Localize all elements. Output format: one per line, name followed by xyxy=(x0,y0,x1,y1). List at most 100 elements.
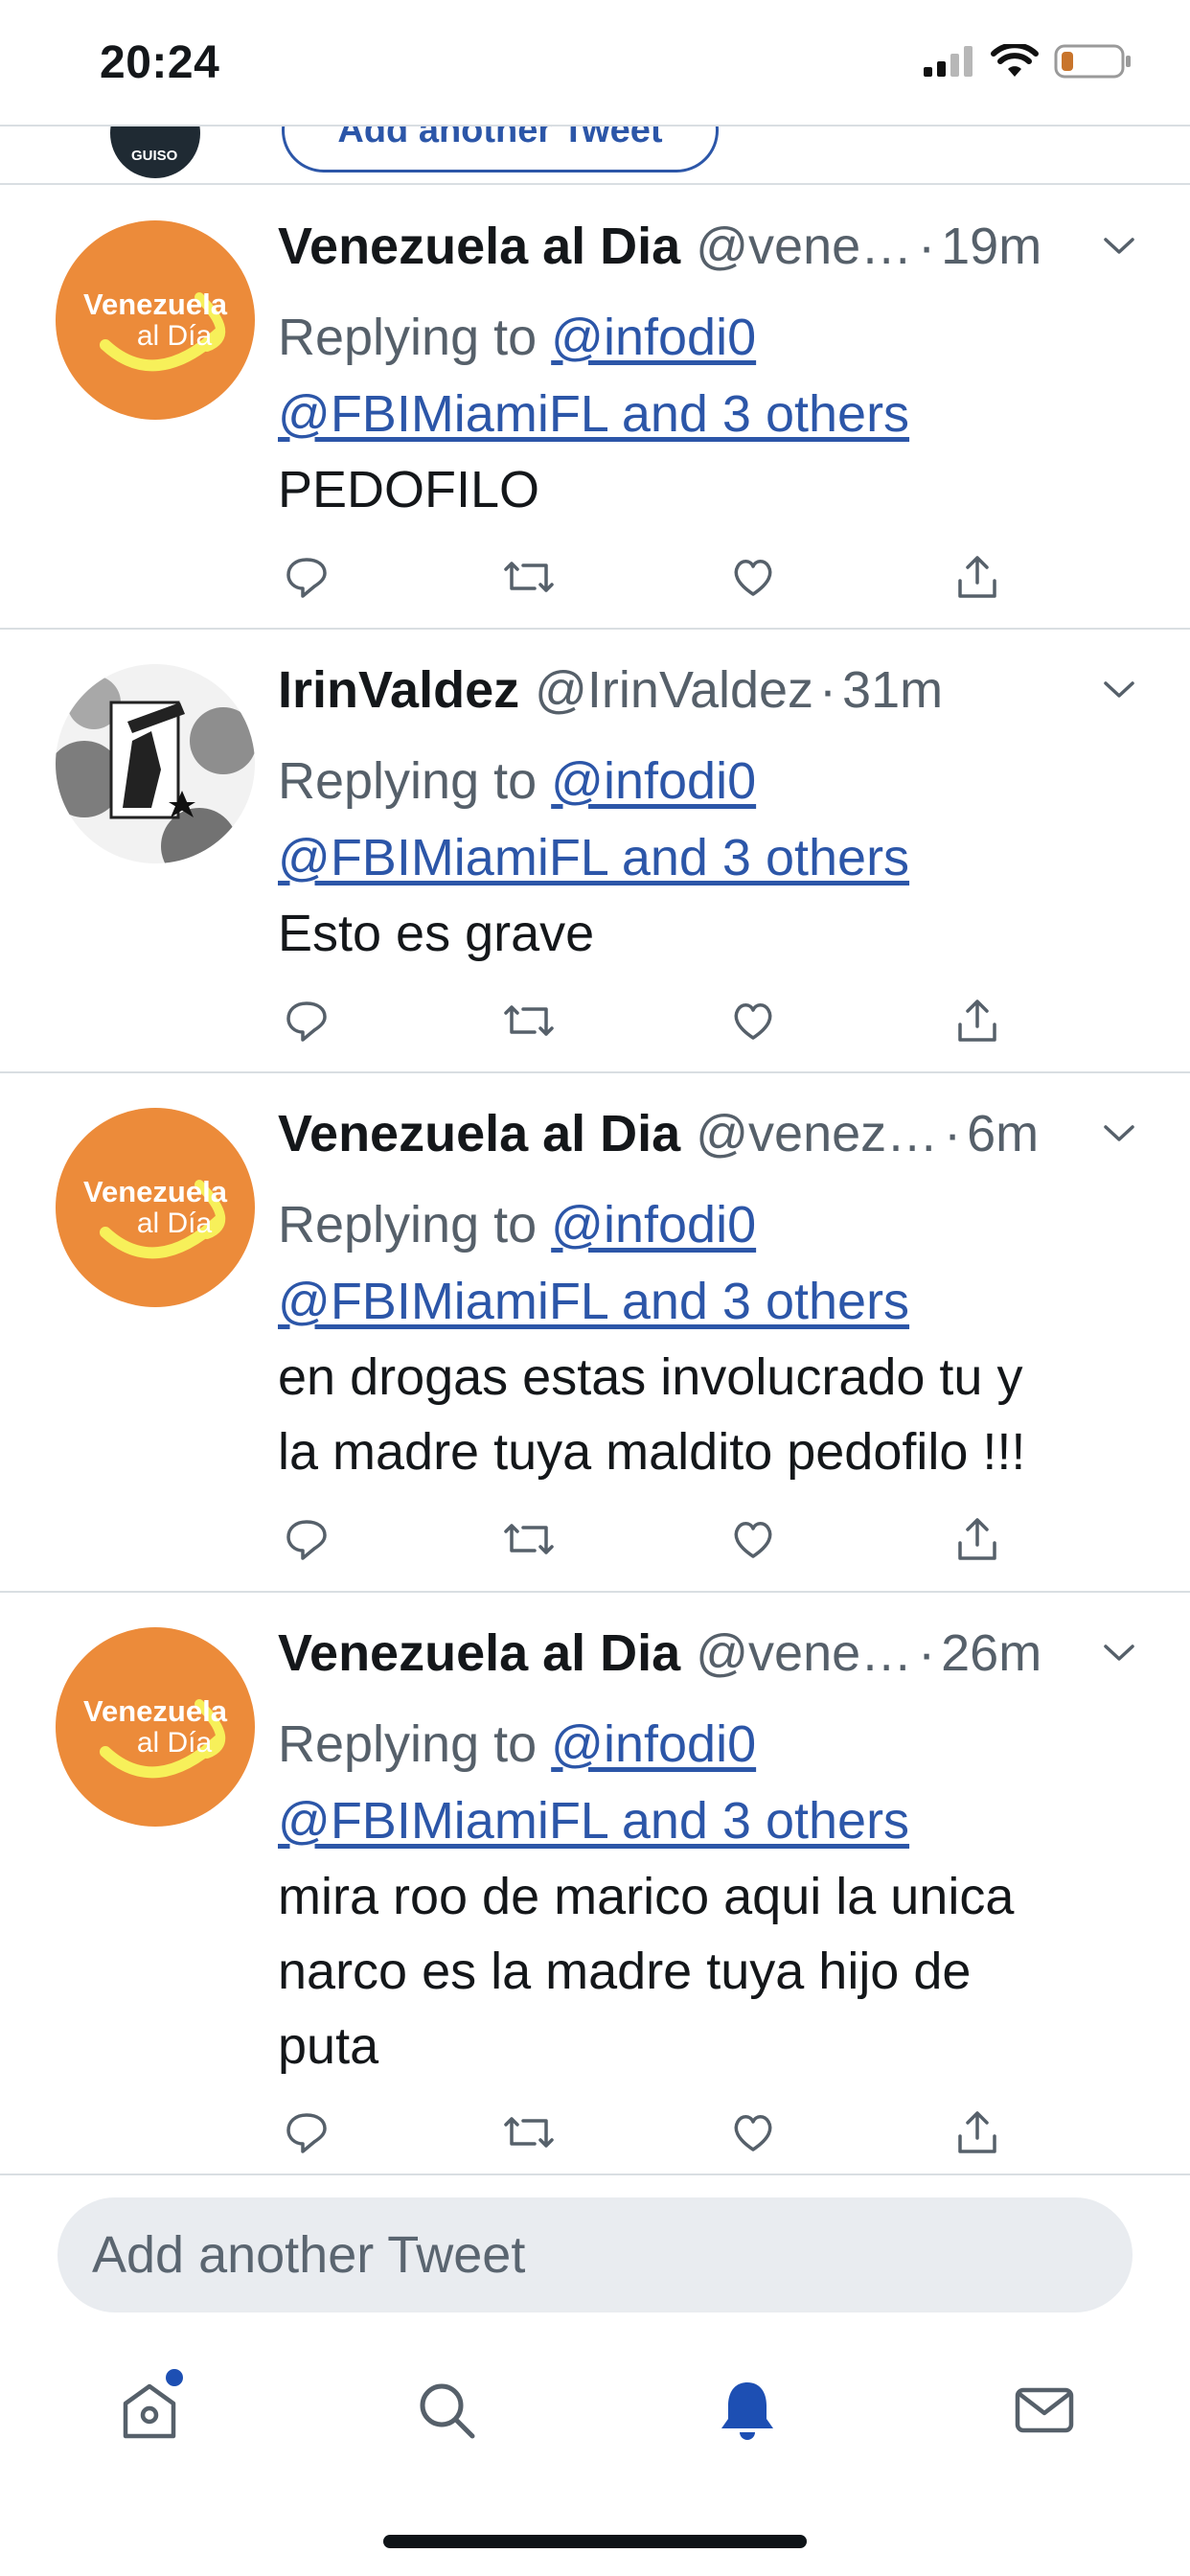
row-divider xyxy=(0,1591,1190,1593)
tweet-text-line: mira roo de marico aqui la unica xyxy=(278,1868,1015,1925)
chevron-down-icon xyxy=(1104,1125,1134,1141)
tweet-text: PEDOFILO xyxy=(278,461,540,518)
author-handle[interactable]: @vene… xyxy=(696,217,912,276)
tab-messages[interactable] xyxy=(1001,2367,1087,2453)
like-button[interactable] xyxy=(724,992,782,1049)
reply-button[interactable] xyxy=(278,548,335,606)
author-handle[interactable]: @venez… xyxy=(696,1104,938,1163)
tweet-actions xyxy=(278,2104,1044,2161)
replying-prefix: Replying to xyxy=(278,1715,552,1773)
home-icon xyxy=(123,2383,176,2439)
tweet-menu-chevron[interactable] xyxy=(1098,1100,1140,1167)
notifications-bell-icon xyxy=(721,2382,773,2440)
replying-to: Replying to @infodi0 @FBIMiamiFL and 3 o… xyxy=(278,1186,1140,1340)
reply-user-link[interactable]: @infodi0 xyxy=(551,752,756,810)
like-button[interactable] xyxy=(724,548,782,606)
wifi-icon xyxy=(991,44,1039,77)
reply-button[interactable] xyxy=(278,992,335,1049)
avatar[interactable]: Venezuela al Día xyxy=(56,1627,255,1827)
author-name[interactable]: Venezuela al Dia xyxy=(278,1623,680,1683)
status-bar: 20:24 xyxy=(0,0,1190,126)
add-another-tweet-button[interactable]: Add another Tweet xyxy=(282,126,719,172)
avatar-label: GUISO xyxy=(131,148,178,164)
tweet-time: 26m xyxy=(941,1624,1042,1682)
avatar[interactable]: Venezuela al Día xyxy=(56,220,255,420)
reply-user-link[interactable]: @infodi0 xyxy=(551,1715,756,1773)
tweet-menu-chevron[interactable] xyxy=(1098,213,1140,280)
tweet-text-line: la madre tuya maldito pedofilo !!! xyxy=(278,1423,1026,1481)
battery-icon xyxy=(1054,44,1131,79)
author-handle[interactable]: @IrinValdez xyxy=(535,660,813,720)
reply-others-link[interactable]: @FBIMiamiFL and 3 others xyxy=(278,385,909,443)
share-button[interactable] xyxy=(949,992,1006,1049)
author-name[interactable]: Venezuela al Dia xyxy=(278,1104,680,1163)
chevron-down-icon xyxy=(1104,238,1134,254)
author-handle[interactable]: @vene… xyxy=(696,1623,912,1683)
tweet-header: Venezuela al Dia @vene… · 19m xyxy=(278,213,1140,280)
tweet-menu-chevron[interactable] xyxy=(1098,656,1140,724)
home-indicator[interactable] xyxy=(383,2535,807,2548)
like-button[interactable] xyxy=(724,2104,782,2161)
avatar[interactable]: GUISO xyxy=(110,126,200,178)
retweet-icon xyxy=(504,562,554,592)
retweet-button[interactable] xyxy=(500,548,558,606)
tweet-time: 19m xyxy=(941,218,1042,275)
tweet-text-line: narco es la madre tuya hijo de xyxy=(278,1943,972,2000)
reply-others-link[interactable]: @FBIMiamiFL and 3 others xyxy=(278,1273,909,1330)
tweet-text: en drogas estas involucrado tu y la madr… xyxy=(278,1340,1140,1489)
tab-search[interactable] xyxy=(403,2367,490,2453)
logo-text-line1: Venezuela xyxy=(83,288,227,321)
reply-others-link[interactable]: @FBIMiamiFL and 3 others xyxy=(278,1792,909,1850)
heart-icon xyxy=(734,560,772,596)
retweet-button[interactable] xyxy=(500,992,558,1049)
row-divider xyxy=(0,1071,1190,1073)
tweet-header: Venezuela al Dia @vene… · 26m xyxy=(278,1620,1140,1687)
author-name[interactable]: IrinValdez xyxy=(278,660,519,720)
logo-text-line2: al Día xyxy=(136,1727,213,1759)
share-icon xyxy=(958,2111,996,2153)
tweet-text-line: puta xyxy=(278,2017,379,2075)
author-name[interactable]: Venezuela al Dia xyxy=(278,217,680,276)
replying-to: Replying to @infodi0 @FBIMiamiFL and 3 o… xyxy=(278,1706,1140,1859)
reply-user-link[interactable]: @infodi0 xyxy=(551,1196,756,1254)
row-divider xyxy=(0,628,1190,630)
home-notification-dot xyxy=(166,2369,183,2386)
tab-home[interactable] xyxy=(106,2367,193,2453)
separator-dot: · xyxy=(819,661,837,719)
tweet-text: Esto es grave xyxy=(278,905,595,962)
retweet-button[interactable] xyxy=(500,2104,558,2161)
avatar[interactable] xyxy=(56,664,255,863)
add-another-tweet-input[interactable]: Add another Tweet xyxy=(57,2197,1133,2312)
chevron-down-icon xyxy=(1104,1644,1134,1661)
share-button[interactable] xyxy=(949,548,1006,606)
row-divider xyxy=(0,2174,1190,2175)
tab-notifications[interactable] xyxy=(704,2367,790,2453)
avatar[interactable]: Venezuela al Día xyxy=(56,1108,255,1307)
tweet-actions xyxy=(278,992,1044,1049)
tweet-menu-chevron[interactable] xyxy=(1098,1620,1140,1687)
tweet-time: 6m xyxy=(967,1105,1040,1162)
reply-others-link[interactable]: @FBIMiamiFL and 3 others xyxy=(278,829,909,886)
logo-text-line1: Venezuela xyxy=(83,1175,227,1208)
reply-button[interactable] xyxy=(278,2104,335,2161)
heart-icon xyxy=(734,2115,772,2151)
reply-user-link[interactable]: @infodi0 xyxy=(551,309,756,366)
replying-to: Replying to @infodi0 @FBIMiamiFL and 3 o… xyxy=(278,743,1140,896)
retweet-icon xyxy=(504,1005,554,1036)
status-time: 20:24 xyxy=(100,37,220,88)
share-button[interactable] xyxy=(949,2104,1006,2161)
status-icons xyxy=(922,42,1133,80)
separator-dot: · xyxy=(918,218,936,275)
retweet-button[interactable] xyxy=(500,1510,558,1568)
replying-prefix: Replying to xyxy=(278,752,552,810)
search-icon xyxy=(420,2383,475,2439)
tweet-text-line: en drogas estas involucrado tu y xyxy=(278,1348,1023,1406)
heart-icon xyxy=(734,1003,772,1040)
like-button[interactable] xyxy=(724,1510,782,1568)
cellular-signal-icon xyxy=(924,46,973,77)
reply-button[interactable] xyxy=(278,1510,335,1568)
tweet-actions xyxy=(278,548,1044,606)
share-icon xyxy=(958,1000,996,1042)
reply-icon xyxy=(286,2113,327,2153)
share-button[interactable] xyxy=(949,1510,1006,1568)
